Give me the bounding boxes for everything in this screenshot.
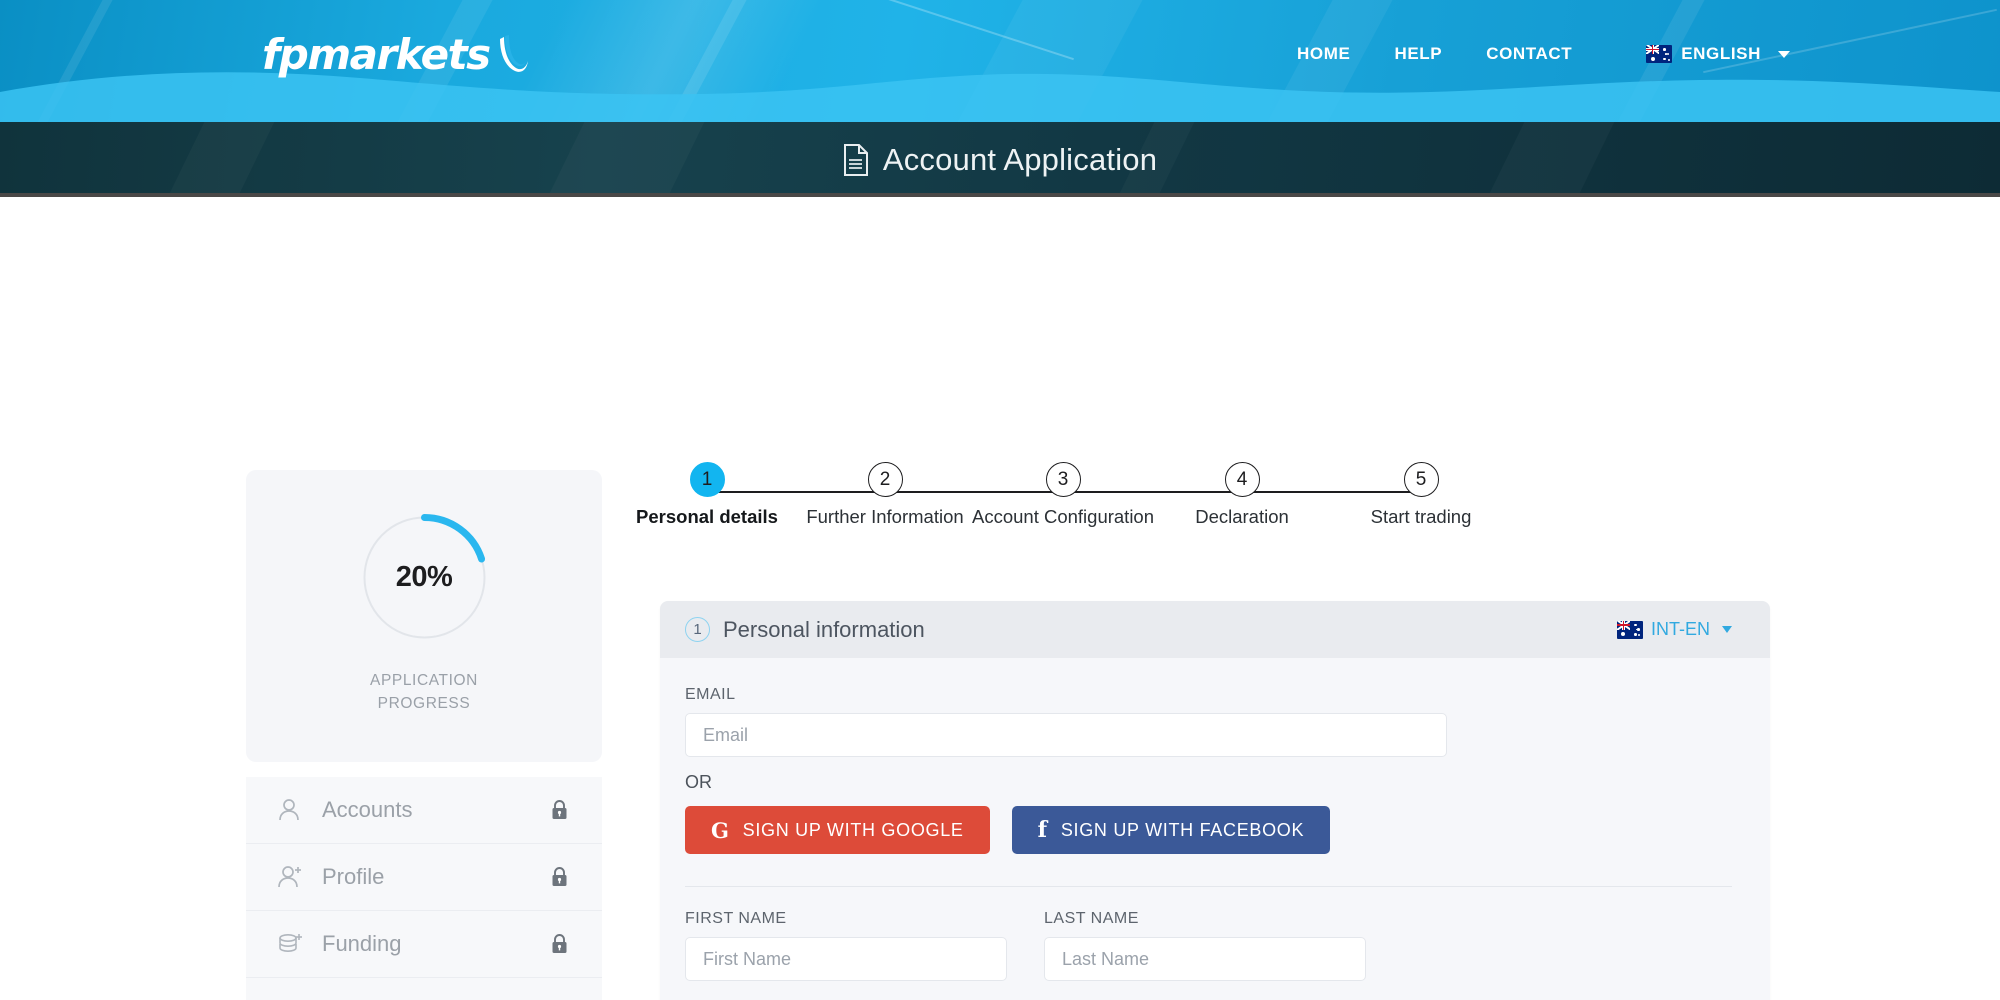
primary-nav: HOME HELP CONTACT ENGLISH bbox=[1275, 44, 1790, 64]
brand-logo-text: fpmarkets bbox=[262, 30, 491, 79]
google-icon: G bbox=[711, 817, 730, 843]
nav-item-help[interactable]: HELP bbox=[1372, 44, 1464, 64]
sign-up-with-google-button[interactable]: G SIGN UP WITH GOOGLE bbox=[685, 806, 990, 854]
coins-add-icon bbox=[276, 931, 312, 957]
chevron-down-icon bbox=[1722, 626, 1732, 633]
language-selector-label: ENGLISH bbox=[1681, 44, 1761, 63]
card-header: 1 Personal information INT-EN bbox=[660, 601, 1770, 658]
sign-up-with-google-label: SIGN UP WITH GOOGLE bbox=[742, 819, 964, 840]
sidebar-item-label: Profile bbox=[322, 864, 385, 889]
sidebar-item-label: Funding bbox=[322, 931, 402, 956]
page-title: Account Application bbox=[882, 141, 1158, 177]
stepper-step-5[interactable]: 5 Start trading bbox=[1331, 462, 1511, 528]
stepper-step-label: Further Information bbox=[806, 506, 964, 527]
last-name-label: LAST NAME bbox=[1044, 910, 1139, 927]
application-stepper: 1 Personal details 2 Further Information… bbox=[555, 462, 1571, 540]
stepper-step-label: Start trading bbox=[1370, 506, 1472, 527]
progress-caption-line1: APPLICATION bbox=[370, 672, 478, 689]
sidebar-item-profile[interactable]: Profile bbox=[246, 844, 602, 911]
stepper-step-4[interactable]: 4 Declaration bbox=[1152, 462, 1332, 528]
stepper-step-number: 5 bbox=[1403, 462, 1439, 497]
chevron-down-icon bbox=[1778, 50, 1790, 58]
lock-icon bbox=[550, 799, 569, 821]
section-divider bbox=[685, 886, 1732, 887]
lock-icon bbox=[550, 933, 569, 955]
personal-information-card: 1 Personal information INT-EN EMAIL Emai… bbox=[660, 601, 1770, 1000]
last-name-field-group: LAST NAME bbox=[1044, 910, 1366, 981]
main-content: 1 Personal details 2 Further Information… bbox=[636, 462, 1770, 1000]
progress-caption-line2: PROGRESS bbox=[377, 695, 471, 712]
sidebar-item-funding[interactable]: Funding bbox=[246, 911, 602, 978]
first-name-field-group: FIRST NAME bbox=[685, 910, 1007, 981]
progress-ring: 20% bbox=[357, 510, 492, 645]
stepper-step-1[interactable]: 1 Personal details bbox=[617, 462, 797, 528]
page-banner: Account Application bbox=[0, 122, 2000, 197]
first-name-input[interactable] bbox=[685, 937, 1007, 981]
user-add-icon bbox=[276, 864, 312, 890]
last-name-input[interactable] bbox=[1044, 937, 1366, 981]
stepper-step-label: Personal details bbox=[636, 506, 778, 527]
stepper-step-label: Account Configuration bbox=[971, 506, 1155, 527]
email-input[interactable] bbox=[685, 713, 1447, 757]
progress-percent-label: 20% bbox=[395, 561, 453, 593]
facebook-icon: f bbox=[1037, 817, 1048, 843]
stepper-step-label: Declaration bbox=[1195, 506, 1289, 527]
stepper-step-2[interactable]: 2 Further Information bbox=[795, 462, 975, 528]
nav-item-contact[interactable]: CONTACT bbox=[1464, 44, 1594, 64]
sidebar-item-partners[interactable]: Partners bbox=[246, 978, 602, 1000]
language-selector[interactable]: ENGLISH bbox=[1646, 44, 1790, 64]
sidebar-item-accounts[interactable]: Accounts bbox=[246, 777, 602, 844]
region-language-selector[interactable]: INT-EN bbox=[1616, 619, 1732, 640]
user-icon bbox=[276, 797, 312, 823]
banner-decor-stripe bbox=[146, 122, 284, 197]
sign-up-with-facebook-button[interactable]: f SIGN UP WITH FACEBOOK bbox=[1011, 806, 1331, 854]
sign-up-with-facebook-label: SIGN UP WITH FACEBOOK bbox=[1060, 819, 1305, 840]
swoosh-logo-icon bbox=[499, 34, 528, 72]
banner-decor-stripe bbox=[526, 122, 714, 197]
or-separator-text: OR bbox=[685, 772, 712, 792]
australia-flag-icon bbox=[1616, 620, 1643, 639]
stepper-step-number: 4 bbox=[1224, 462, 1260, 497]
sidebar: 20% APPLICATION PROGRESS Accounts Profil… bbox=[246, 470, 602, 1000]
name-fields-row: FIRST NAME LAST NAME bbox=[685, 910, 1732, 981]
document-icon bbox=[843, 143, 868, 176]
section-number-badge: 1 bbox=[685, 617, 710, 642]
progress-caption: APPLICATION PROGRESS bbox=[370, 669, 478, 715]
sidebar-menu: Accounts Profile Funding bbox=[246, 777, 602, 1000]
stepper-step-number: 1 bbox=[689, 462, 725, 497]
application-progress-card: 20% APPLICATION PROGRESS bbox=[246, 470, 602, 762]
site-header: fpmarkets HOME HELP CONTACT ENGLISH bbox=[0, 0, 2000, 122]
first-name-label: FIRST NAME bbox=[685, 910, 787, 927]
email-label: EMAIL bbox=[685, 686, 736, 703]
page-body: 20% APPLICATION PROGRESS Accounts Profil… bbox=[0, 197, 2000, 1000]
sidebar-item-label: Accounts bbox=[322, 797, 413, 822]
banner-decor-stripe bbox=[1466, 122, 1624, 197]
nav-item-home[interactable]: HOME bbox=[1275, 44, 1372, 64]
card-body: EMAIL OR G SIGN UP WITH GOOGLE f SIGN UP… bbox=[660, 658, 1770, 1000]
social-signup-row: G SIGN UP WITH GOOGLE f SIGN UP WITH FAC… bbox=[685, 806, 1732, 854]
brand-logo[interactable]: fpmarkets bbox=[262, 30, 530, 79]
lock-icon bbox=[550, 866, 569, 888]
region-language-label: INT-EN bbox=[1650, 619, 1710, 639]
section-title: Personal information bbox=[723, 616, 925, 642]
stepper-step-3[interactable]: 3 Account Configuration bbox=[971, 462, 1155, 528]
stepper-step-number: 2 bbox=[867, 462, 903, 497]
australia-flag-icon bbox=[1646, 45, 1673, 63]
stepper-step-number: 3 bbox=[1045, 462, 1081, 497]
